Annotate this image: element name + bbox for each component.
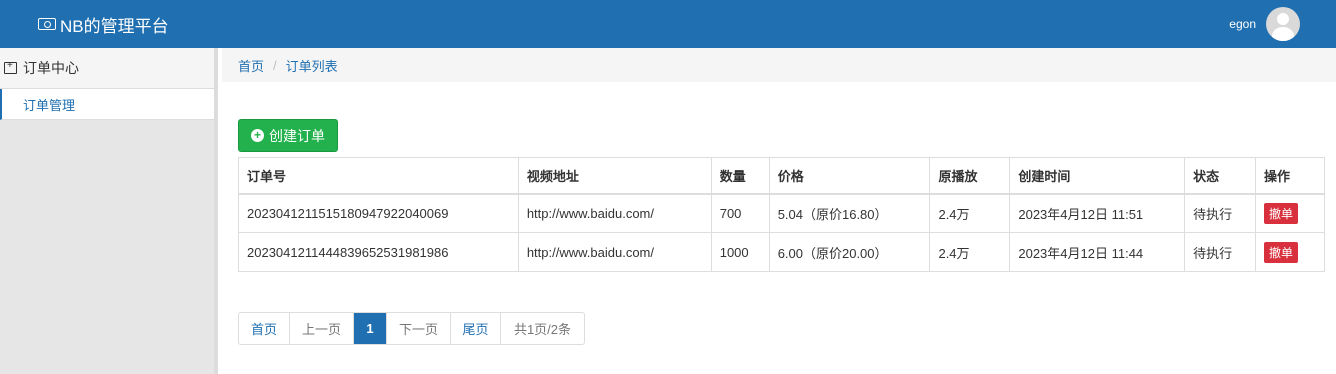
col-created-time: 创建时间 [1009, 157, 1186, 195]
quantity: 1000 [710, 232, 770, 272]
quantity: 700 [710, 193, 770, 233]
page-current[interactable]: 1 [354, 313, 387, 344]
username: egon [1229, 17, 1256, 31]
sidebar-group-order-center[interactable]: 订单中心 [0, 48, 214, 89]
col-quantity: 数量 [710, 157, 770, 195]
breadcrumb-home[interactable]: 首页 [238, 56, 264, 75]
create-order-label: 创建订单 [269, 127, 325, 144]
page-next[interactable]: 下一页 [387, 313, 451, 344]
brand[interactable]: NB的管理平台 [38, 0, 169, 48]
plus-circle-icon: + [251, 129, 264, 142]
status: 待执行 [1184, 232, 1256, 272]
original-plays: 2.4万 [929, 193, 1011, 233]
pagination: 首页 上一页 1 下一页 尾页 共1页/2条 [238, 312, 585, 345]
col-order-no: 订单号 [238, 157, 519, 195]
table-row: 20230412115151809479220400​69 http://www… [238, 193, 1325, 233]
breadcrumb-current[interactable]: 订单列表 [286, 56, 338, 75]
sidebar: 订单中心 订单管理 [0, 48, 218, 374]
page-first[interactable]: 首页 [239, 313, 290, 344]
money-icon [38, 18, 56, 30]
user-menu[interactable]: egon [1229, 7, 1300, 41]
col-action: 操作 [1255, 157, 1325, 195]
sidebar-item-order-management[interactable]: 订单管理 [0, 89, 214, 120]
cancel-order-button[interactable]: 撤单 [1264, 241, 1299, 263]
col-original-plays: 原播放 [929, 157, 1011, 195]
table-row: 20230412114448396525319819​86 http://www… [238, 232, 1325, 272]
price: 6.00（原价20.00） [768, 232, 931, 272]
breadcrumb-separator: / [273, 57, 277, 73]
action-cell: 撤单 [1255, 232, 1325, 272]
page-prev[interactable]: 上一页 [290, 313, 354, 344]
table-header-row: 订单号 视频地址 数量 价格 原播放 创建时间 状态 操作 [238, 157, 1325, 195]
price: 5.04（原价16.80） [768, 193, 931, 233]
breadcrumb: 首页 / 订单列表 [222, 48, 1336, 82]
created-time: 2023年4月12日 11:44 [1009, 232, 1186, 272]
status: 待执行 [1184, 193, 1256, 233]
orders-table: 订单号 视频地址 数量 价格 原播放 创建时间 状态 操作 2023041211… [238, 157, 1325, 272]
page-last[interactable]: 尾页 [451, 313, 501, 344]
action-cell: 撤单 [1255, 193, 1325, 233]
sidebar-group-label: 订单中心 [23, 60, 79, 76]
col-price: 价格 [768, 157, 931, 195]
original-plays: 2.4万 [929, 232, 1011, 272]
top-navbar: NB的管理平台 egon [0, 0, 1336, 48]
video-url: http://www.baidu.com/ [517, 232, 712, 272]
create-order-button[interactable]: + 创建订单 [238, 119, 338, 152]
video-url: http://www.baidu.com/ [517, 193, 712, 233]
sidebar-item-label: 订单管理 [23, 97, 76, 113]
col-video-url: 视频地址 [517, 157, 712, 195]
cancel-order-button[interactable]: 撤单 [1264, 202, 1299, 224]
created-time: 2023年4月12日 11:51 [1009, 193, 1186, 233]
brand-title: NB的管理平台 [60, 16, 169, 36]
page-summary: 共1页/2条 [513, 322, 572, 337]
col-status: 状态 [1184, 157, 1256, 195]
order-no: 20230412114448396525319819​86 [238, 232, 519, 272]
calendar-plus-icon [4, 60, 17, 74]
order-no: 20230412115151809479220400​69 [238, 193, 519, 233]
avatar[interactable] [1266, 7, 1300, 41]
